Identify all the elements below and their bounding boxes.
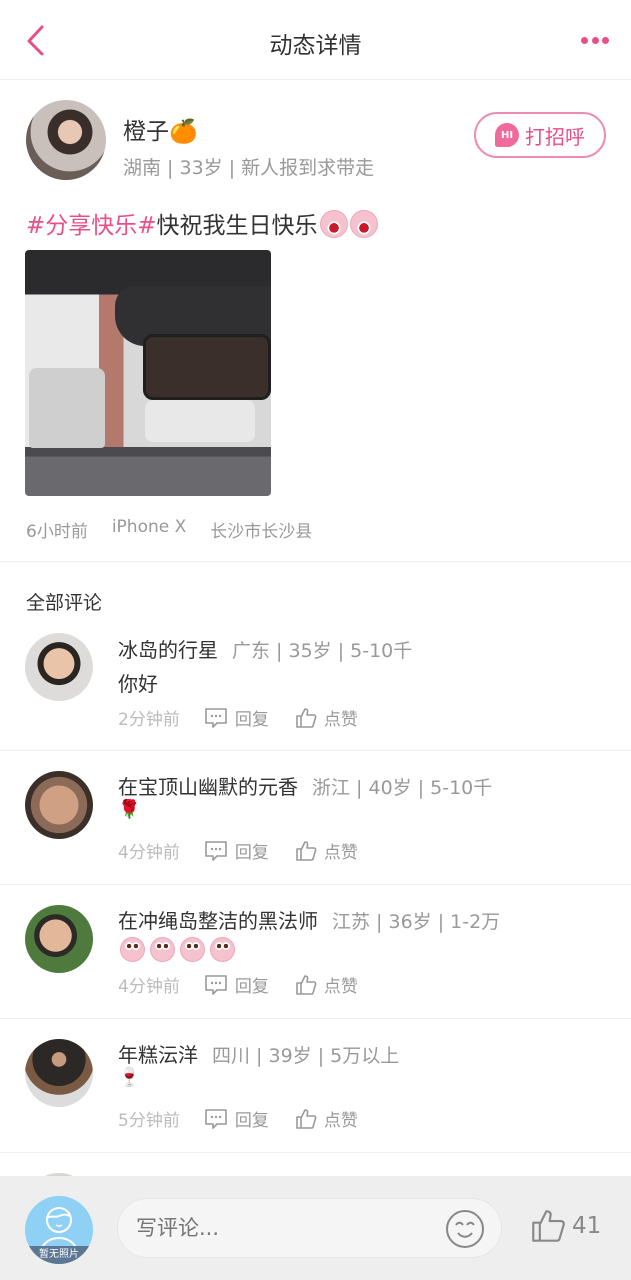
comment-text: 🍷 [118, 1067, 141, 1088]
post-card: 橙子🍊 湖南 | 33岁 | 新人报到求带走 HI 打招呼 #分享快乐#快祝我生… [0, 80, 631, 562]
comment-time: 2分钟前 [118, 710, 180, 730]
thumbs-up-icon [296, 974, 317, 995]
comment-actions: 4分钟前 回复 点赞 [118, 838, 384, 863]
post-device: iPhone X [111, 517, 187, 537]
like-comment-button[interactable]: 点赞 [295, 1106, 358, 1131]
more-dots-icon [581, 36, 588, 44]
comment-bubble-icon [205, 707, 227, 728]
comment-time: 5分钟前 [118, 1111, 180, 1131]
grin-emoji-icon [319, 210, 348, 238]
commenter-avatar[interactable] [25, 633, 93, 701]
commenter-name[interactable]: 冰岛的行星 广东 | 35岁 | 5-10千 [118, 634, 412, 663]
surprised-emoji-icon [180, 937, 205, 962]
like-count: 41 [572, 1213, 602, 1239]
commenter-meta: 广东 | 35岁 | 5-10千 [232, 640, 413, 662]
smiley-icon [446, 1210, 484, 1248]
top-nav-bar: 动态详情 [0, 0, 631, 80]
page-title: 动态详情 [269, 33, 362, 59]
surprised-emoji-icon [150, 937, 175, 962]
commenter-avatar[interactable] [25, 1039, 93, 1107]
comment-time: 4分钟前 [118, 977, 180, 997]
post-image[interactable] [25, 250, 271, 496]
thumbs-up-icon [296, 1108, 317, 1129]
reply-label: 回复 [234, 710, 269, 730]
more-dot [591, 36, 599, 44]
like-comment-button[interactable]: 点赞 [295, 705, 358, 730]
comment-compose-bar: 暂无照片 41 [0, 1176, 631, 1280]
more-dot [602, 36, 609, 44]
commenter-name-text: 冰岛的行星 [118, 638, 218, 662]
commenter-name-text: 年糕沄洋 [118, 1043, 198, 1067]
my-avatar[interactable]: 暂无照片 [25, 1196, 93, 1264]
commenter-name[interactable]: 在宝顶山幽默的元香 浙江 | 40岁 | 5-10千 [118, 771, 492, 800]
comment-actions: 2分钟前 回复 点赞 [118, 705, 384, 730]
emoji-button[interactable] [444, 1208, 486, 1250]
like-comment-button[interactable]: 点赞 [295, 838, 358, 863]
reply-label: 回复 [234, 1111, 269, 1131]
no-photo-caption: 暂无照片 [25, 1246, 93, 1264]
reply-button[interactable]: 回复 [204, 972, 269, 997]
post-time: 6小时前 [26, 522, 88, 542]
comment-bubble-icon [205, 1108, 227, 1129]
comment-item: 在冲绳岛整洁的黑法师 江苏 | 36岁 | 1-2万 4分钟前 回复 点赞 [0, 885, 631, 1019]
reply-button[interactable]: 回复 [204, 1106, 269, 1131]
author-meta: 湖南 | 33岁 | 新人报到求带走 [123, 157, 375, 179]
comment-item: 年糕沄洋 四川 | 39岁 | 5万以上 🍷 5分钟前 回复 点赞 [0, 1019, 631, 1153]
post-text: 快祝我生日快乐 [156, 213, 318, 239]
hi-bubble-icon: HI [495, 123, 519, 147]
author-avatar[interactable] [26, 100, 106, 180]
commenter-name[interactable]: 年糕沄洋 四川 | 39岁 | 5万以上 [118, 1039, 399, 1068]
greet-button-label: 打招呼 [525, 124, 585, 149]
surprised-emoji-icon [120, 937, 145, 962]
commenter-name[interactable]: 在冲绳岛整洁的黑法师 江苏 | 36岁 | 1-2万 [118, 905, 500, 934]
commenter-name-text: 在宝顶山幽默的元香 [118, 775, 298, 799]
reply-button[interactable]: 回复 [204, 705, 269, 730]
like-label: 点赞 [323, 710, 358, 730]
comment-actions: 5分钟前 回复 点赞 [118, 1106, 384, 1131]
thumbs-up-icon [532, 1210, 565, 1242]
like-label: 点赞 [323, 1111, 358, 1131]
comment-item: 冰岛的行星 广东 | 35岁 | 5-10千 你好 2分钟前 回复 点赞 [0, 620, 631, 751]
post-location[interactable]: 长沙市长沙县 [210, 517, 312, 542]
comment-bubble-icon [205, 974, 227, 995]
like-post-button[interactable]: 41 [530, 1208, 601, 1244]
like-label: 点赞 [323, 977, 358, 997]
orange-emoji-icon: 🍊 [169, 119, 198, 145]
commenter-meta: 江苏 | 36岁 | 1-2万 [332, 911, 501, 933]
author-name-text: 橙子 [123, 119, 169, 145]
reply-button[interactable]: 回复 [204, 838, 269, 863]
comment-item: 在宝顶山幽默的元香 浙江 | 40岁 | 5-10千 🌹 4分钟前 回复 点赞 [0, 751, 631, 885]
post-content: #分享快乐#快祝我生日快乐 [26, 206, 378, 240]
grin-emoji-icon [349, 210, 378, 238]
commenter-meta: 浙江 | 40岁 | 5-10千 [312, 777, 493, 799]
like-comment-button[interactable]: 点赞 [295, 972, 358, 997]
surprised-emoji-icon [210, 937, 235, 962]
comment-bubble-icon [205, 840, 227, 861]
thumbs-up-icon [296, 707, 317, 728]
image-mirror [143, 334, 271, 400]
like-label: 点赞 [323, 843, 358, 863]
reply-label: 回复 [234, 977, 269, 997]
comment-text [118, 937, 235, 962]
image-car [29, 368, 105, 448]
commenter-avatar[interactable] [25, 771, 93, 839]
commenter-avatar[interactable] [25, 905, 93, 973]
comment-actions: 4分钟前 回复 点赞 [118, 972, 384, 997]
author-name[interactable]: 橙子🍊 [123, 112, 198, 146]
reply-label: 回复 [234, 843, 269, 863]
commenter-name-text: 在冲绳岛整洁的黑法师 [118, 909, 318, 933]
image-car [145, 400, 255, 442]
comments-section-title: 全部评论 [26, 592, 103, 614]
comment-text: 你好 [118, 672, 158, 696]
comment-text: 🌹 [118, 799, 141, 820]
more-options-button[interactable] [581, 34, 609, 46]
post-info: 6小时前 iPhone X 长沙市长沙县 [26, 517, 312, 542]
thumbs-up-icon [296, 840, 317, 861]
greet-button[interactable]: HI 打招呼 [474, 112, 606, 158]
commenter-meta: 四川 | 39岁 | 5万以上 [212, 1045, 400, 1067]
comment-time: 4分钟前 [118, 843, 180, 863]
post-topic-tag[interactable]: #分享快乐# [26, 213, 157, 239]
